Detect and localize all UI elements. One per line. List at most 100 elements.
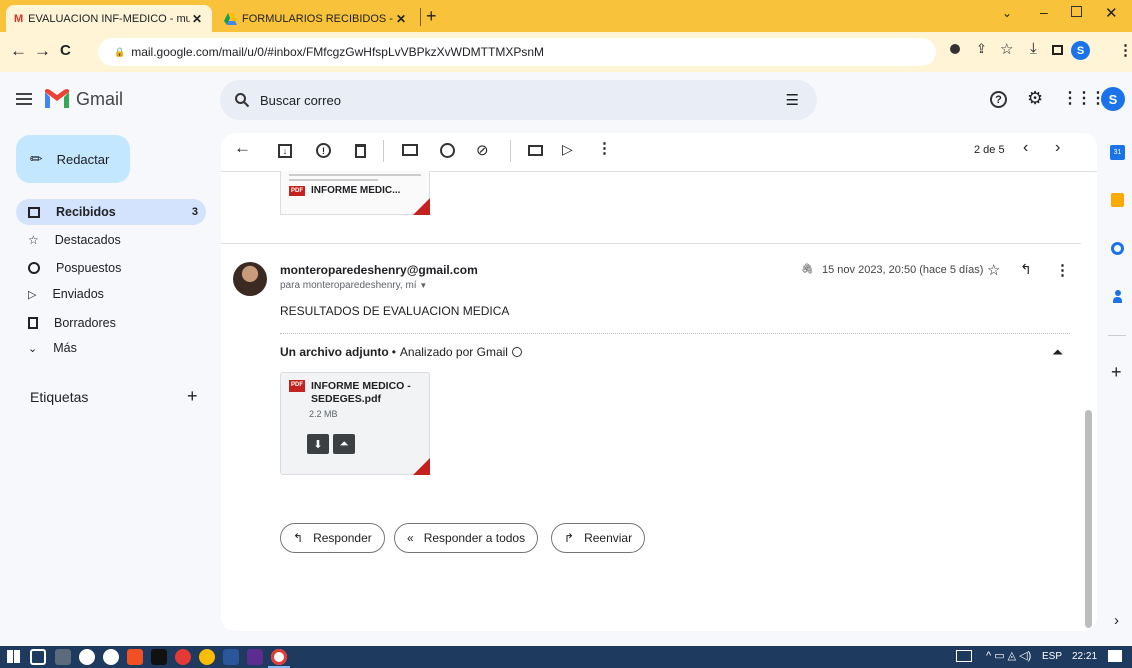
app-icon[interactable] <box>175 649 191 665</box>
save-to-drive-icon[interactable]: ⏶ <box>1052 344 1063 361</box>
expand-panel-icon[interactable]: › <box>1114 612 1119 629</box>
toolbar-divider <box>510 140 511 162</box>
browser-menu-icon[interactable]: ⋮ <box>1118 41 1132 59</box>
download-attachment-icon[interactable]: ⬇ <box>307 434 329 454</box>
label-icon[interactable]: ▷ <box>562 141 573 158</box>
sidebar-item-mas[interactable]: ⌄ Más <box>16 335 206 361</box>
forward-button[interactable]: ↱ Reenviar <box>551 523 646 553</box>
windows-start-icon[interactable] <box>7 650 20 663</box>
search-bar[interactable]: Buscar correo ☰ <box>220 80 817 120</box>
reload-icon[interactable]: C <box>60 42 71 59</box>
task-view-icon[interactable] <box>30 649 46 665</box>
message-body: RESULTADOS DE EVALUACION MEDICA <box>280 304 510 318</box>
report-spam-icon[interactable]: ! <box>316 143 331 158</box>
search-icon[interactable] <box>234 92 250 108</box>
recipients[interactable]: para monteroparedeshenry, mí ▼ <box>280 280 427 291</box>
snooze-icon[interactable] <box>440 143 455 158</box>
system-tray-icons[interactable]: ^ ▭ ◬ ◁) <box>986 649 1031 662</box>
newer-icon[interactable]: ‹ <box>1023 139 1028 157</box>
reply-icon[interactable]: ↰ <box>1020 261 1032 278</box>
back-arrow-icon[interactable]: ← <box>10 41 27 61</box>
add-addon-icon[interactable]: + <box>1111 362 1122 383</box>
github-icon[interactable] <box>79 649 95 665</box>
app-icon[interactable] <box>103 649 119 665</box>
apps-grid-icon[interactable]: ⋮⋮⋮ <box>1062 88 1106 108</box>
bookmark-star-icon[interactable]: ☆ <box>1000 40 1013 58</box>
minimize-button[interactable]: – <box>1040 4 1048 20</box>
close-window-button[interactable]: ✕ <box>1105 4 1118 22</box>
account-avatar[interactable]: S <box>1101 87 1125 111</box>
reply-all-button[interactable]: « Responder a todos <box>394 523 539 553</box>
tab-evaluacion[interactable]: M EVALUACION INF-MEDICO - mu ✕ <box>6 5 212 32</box>
clock[interactable]: 22:21 <box>1072 651 1097 662</box>
recipients-text: para monteroparedeshenry, mí <box>280 280 417 291</box>
settings-gear-icon[interactable]: ⚙ <box>1027 88 1043 109</box>
more-actions-icon[interactable]: ⋮ <box>597 139 612 157</box>
main-menu-icon[interactable] <box>16 90 32 108</box>
tab-formularios[interactable]: FORMULARIOS RECIBIDOS - Go ✕ <box>216 5 416 32</box>
extension-icon[interactable] <box>950 44 960 54</box>
sender-avatar[interactable] <box>233 262 267 296</box>
forward-arrow-icon[interactable]: → <box>34 41 51 61</box>
tiktok-icon[interactable] <box>151 649 167 665</box>
older-icon[interactable]: › <box>1055 139 1060 157</box>
inbox-icon <box>28 206 40 218</box>
tab-divider <box>420 8 421 26</box>
share-icon[interactable]: ⇪ <box>976 41 987 57</box>
scrollbar-thumb[interactable] <box>1085 410 1092 628</box>
message-more-icon[interactable]: ⋮ <box>1055 261 1070 279</box>
app-icon[interactable] <box>247 649 263 665</box>
notifications-icon[interactable] <box>1108 650 1122 662</box>
nav-label: Pospuestos <box>56 261 122 275</box>
sidebar-item-destacados[interactable]: ☆ Destacados <box>16 227 206 253</box>
close-tab-icon[interactable]: ✕ <box>190 12 204 26</box>
word-icon[interactable] <box>223 649 239 665</box>
contacts-icon[interactable] <box>1113 290 1122 304</box>
gmail-brand[interactable]: Gmail <box>76 89 123 110</box>
new-tab-button[interactable]: + <box>426 6 437 27</box>
profile-avatar[interactable]: S <box>1071 41 1090 60</box>
sidebar-item-enviados[interactable]: ▷ Enviados <box>16 281 206 307</box>
language-indicator[interactable]: ESP <box>1042 651 1062 662</box>
add-label-button[interactable]: + <box>187 386 198 407</box>
download-icon[interactable]: ⤓ <box>1030 40 1037 57</box>
reply-button[interactable]: ↰ Responder <box>280 523 385 553</box>
sidebar-item-recibidos[interactable]: Recibidos 3 <box>16 199 206 225</box>
nav-label: Destacados <box>54 233 121 247</box>
sender-email[interactable]: monteroparedeshenry@gmail.com <box>280 263 478 277</box>
chrome-icon[interactable] <box>199 649 215 665</box>
add-to-drive-icon[interactable]: ⏶ <box>333 434 355 454</box>
drive-favicon-icon <box>224 12 237 25</box>
tab-search-icon[interactable]: ⌄ <box>1002 6 1012 20</box>
address-bar[interactable]: 🔒 mail.google.com/mail/u/0/#inbox/FMfcgz… <box>98 38 936 66</box>
attachment-card[interactable]: PDF INFORME MEDICO - SEDEGES.pdf 2.2 MB … <box>280 372 430 475</box>
compose-button[interactable]: ✏ Redactar <box>16 135 130 183</box>
info-icon[interactable] <box>511 347 522 357</box>
lock-icon: 🔒 <box>114 46 126 57</box>
gmail-logo-icon[interactable] <box>45 89 69 108</box>
back-to-inbox-icon[interactable]: ← <box>234 138 251 158</box>
previous-attachment-card[interactable]: PDF INFORME MEDIC... <box>280 171 430 215</box>
sidebar-item-pospuestos[interactable]: Pospuestos <box>16 255 206 281</box>
app-icon[interactable] <box>55 649 71 665</box>
keyboard-icon[interactable] <box>956 650 972 662</box>
star-message-icon[interactable]: ☆ <box>987 261 1000 279</box>
keep-icon[interactable] <box>1111 193 1124 207</box>
mark-unread-icon[interactable] <box>402 144 418 156</box>
chrome-active-icon[interactable] <box>271 649 287 665</box>
help-icon[interactable]: ? <box>990 91 1007 108</box>
sidebar-item-borradores[interactable]: Borradores <box>16 310 206 336</box>
sidepanel-icon[interactable] <box>1052 45 1063 55</box>
calendar-icon[interactable]: 31 <box>1110 145 1125 160</box>
tasks-icon[interactable] <box>1111 242 1124 255</box>
search-input[interactable]: Buscar correo <box>260 93 786 108</box>
chevron-down-icon: ⌄ <box>28 342 38 355</box>
add-task-icon[interactable]: ⊘ <box>476 141 489 159</box>
office-icon[interactable] <box>127 649 143 665</box>
trash-icon[interactable] <box>355 144 366 158</box>
move-to-icon[interactable] <box>528 145 543 156</box>
maximize-button[interactable] <box>1071 6 1082 17</box>
search-options-icon[interactable]: ☰ <box>786 91 799 109</box>
close-tab-icon[interactable]: ✕ <box>394 12 408 26</box>
archive-icon[interactable]: ↓ <box>278 144 292 158</box>
